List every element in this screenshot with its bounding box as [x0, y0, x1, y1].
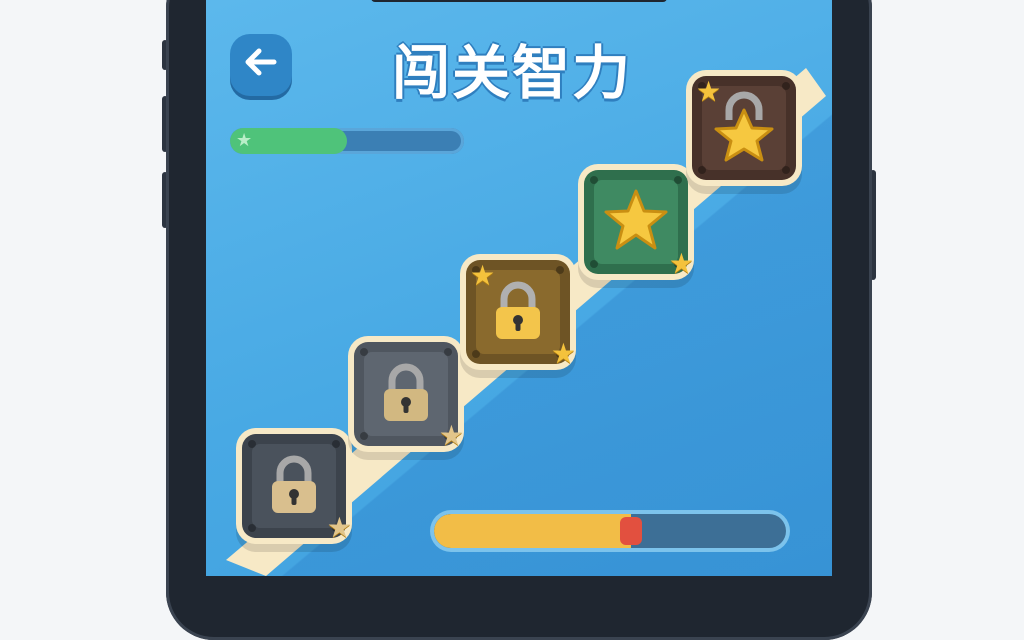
- star-icon: [603, 188, 669, 256]
- star-icon: ★: [668, 247, 694, 280]
- star-icon: ★: [326, 511, 352, 544]
- level-tile-3[interactable]: ★ ★: [466, 259, 576, 368]
- padlock-icon: [490, 281, 546, 343]
- star-icon: ★: [696, 75, 722, 108]
- arrow-left-icon: [245, 45, 277, 85]
- level-tile-2[interactable]: ★: [354, 342, 464, 450]
- level-tile-4[interactable]: ★: [584, 170, 694, 278]
- star-icon: ★: [236, 130, 253, 151]
- bottom-progress-bar: [434, 514, 786, 548]
- star-icon: ★: [550, 337, 576, 370]
- game-title: 闯关智力: [391, 39, 632, 107]
- back-button[interactable]: [230, 34, 292, 96]
- level-tile-1[interactable]: ★: [242, 434, 352, 542]
- star-icon: ★: [438, 419, 464, 452]
- level-tile-5[interactable]: ★: [692, 76, 796, 180]
- padlock-icon: [378, 363, 434, 425]
- game-screen: 闯关智力 ★ ★ ★ ★ ★ ★ ★: [206, 0, 832, 576]
- top-progress-bar: ★: [230, 128, 464, 154]
- padlock-icon: [266, 455, 322, 517]
- bottom-progress-fill: [434, 514, 632, 548]
- progress-marker: [620, 517, 643, 545]
- star-icon: ★: [470, 259, 496, 292]
